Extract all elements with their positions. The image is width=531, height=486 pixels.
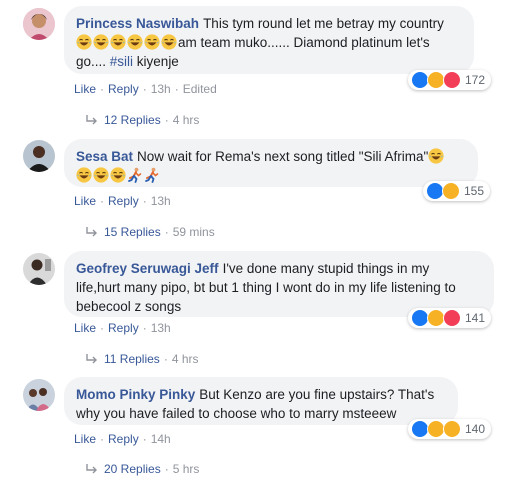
replies-count-link[interactable]: 15 Replies <box>104 225 161 239</box>
reaction-summary[interactable]: 140 <box>408 419 492 439</box>
timestamp[interactable]: 13h <box>151 82 171 96</box>
comment-text: Now wait for Rema's next song titled "Si… <box>137 149 429 164</box>
reply-link[interactable]: Reply <box>108 432 139 446</box>
reply-arrow-icon <box>86 354 97 364</box>
reaction-count: 140 <box>465 422 486 436</box>
replies-time: 4 hrs <box>172 113 200 127</box>
reaction-summary[interactable]: 172 <box>408 70 492 90</box>
reply-arrow-icon <box>86 464 97 474</box>
view-replies[interactable]: 11 Replies · 4 hrs <box>86 352 199 366</box>
reply-link[interactable]: Reply <box>108 82 139 96</box>
like-link[interactable]: Like <box>74 82 96 96</box>
avatar[interactable] <box>23 379 55 411</box>
view-replies[interactable]: 15 Replies · 59 mins <box>86 225 215 239</box>
like-link[interactable]: Like <box>74 194 96 208</box>
avatar[interactable] <box>23 140 55 172</box>
laughing-emoji-icon <box>93 34 109 50</box>
comment-text: But Kenzo are you fine upstairs? That's <box>199 387 435 402</box>
avatar[interactable] <box>23 253 55 285</box>
author-name[interactable]: Geofrey Seruwagi Jeff <box>76 261 219 276</box>
laughing-emoji-icon <box>428 148 444 164</box>
replies-count-link[interactable]: 20 Replies <box>104 462 161 476</box>
reaction-count: 155 <box>464 184 485 198</box>
avatar[interactable] <box>23 8 55 40</box>
replies-time: 4 hrs <box>171 352 199 366</box>
like-link[interactable]: Like <box>74 321 96 335</box>
like-link[interactable]: Like <box>74 432 96 446</box>
running-man-emoji-icon <box>127 167 143 183</box>
author-name[interactable]: Princess Naswibah <box>76 16 199 31</box>
haha-icon <box>442 182 460 200</box>
replies-time: 59 mins <box>172 225 215 239</box>
laughing-emoji-icon <box>161 34 177 50</box>
view-replies[interactable]: 20 Replies · 5 hrs <box>86 462 199 476</box>
comment-actions: Like · Reply · 13h <box>74 194 171 208</box>
laughing-emoji-icon <box>127 34 143 50</box>
reaction-summary[interactable]: 155 <box>423 181 491 201</box>
hashtag-link[interactable]: #sili <box>110 54 133 69</box>
reaction-count: 172 <box>465 73 486 87</box>
comment-actions: Like · Reply · 13h · Edited <box>74 82 217 96</box>
replies-count-link[interactable]: 11 Replies <box>104 352 160 366</box>
replies-time: 5 hrs <box>172 462 200 476</box>
comment-text: life,hurt many pipo, bt but 1 thing I wo… <box>76 280 456 295</box>
comment-text: kiyenje <box>133 54 179 69</box>
timestamp[interactable]: 14h <box>151 432 171 446</box>
author-name[interactable]: Momo Pinky Pinky <box>76 387 195 402</box>
comment-text: This tym round let me betray my country <box>203 16 444 31</box>
running-man-emoji-icon <box>144 167 160 183</box>
comment-actions: Like · Reply · 13h <box>74 321 171 335</box>
reply-arrow-icon <box>86 115 97 125</box>
laughing-emoji-icon <box>76 34 92 50</box>
reply-link[interactable]: Reply <box>108 194 139 208</box>
comment-actions: Like · Reply · 14h <box>74 432 171 446</box>
laughing-emoji-icon <box>110 34 126 50</box>
reply-link[interactable]: Reply <box>108 321 139 335</box>
replies-count-link[interactable]: 12 Replies <box>104 113 161 127</box>
timestamp[interactable]: 13h <box>151 194 171 208</box>
laughing-emoji-icon <box>144 34 160 50</box>
timestamp[interactable]: 13h <box>151 321 171 335</box>
laughing-emoji-icon <box>76 167 92 183</box>
laughing-emoji-icon <box>110 167 126 183</box>
reaction-count: 141 <box>465 311 486 325</box>
author-name[interactable]: Sesa Bat <box>76 149 133 164</box>
comment-text: am team muko...... Diamond platinum let'… <box>178 35 430 50</box>
edited-label: Edited <box>182 82 217 96</box>
comment-bubble: Sesa Bat Now wait for Rema's next song ti… <box>64 139 478 187</box>
reply-arrow-icon <box>86 227 97 237</box>
love-icon <box>443 71 461 89</box>
comment-bubble: Princess Naswibah This tym round let me b… <box>64 6 474 74</box>
laughing-emoji-icon <box>93 167 109 183</box>
comment-text: why you have failed to choose who to mar… <box>76 406 397 421</box>
reaction-summary[interactable]: 141 <box>408 308 492 328</box>
love-icon <box>443 309 461 327</box>
wow-icon <box>443 420 461 438</box>
comment-bubble: Momo Pinky Pinky But Kenzo are you fine u… <box>64 377 458 425</box>
view-replies[interactable]: 12 Replies · 4 hrs <box>86 113 199 127</box>
comment-text: I've done many stupid things in my <box>222 261 430 276</box>
comment-text: go.... <box>76 54 110 69</box>
